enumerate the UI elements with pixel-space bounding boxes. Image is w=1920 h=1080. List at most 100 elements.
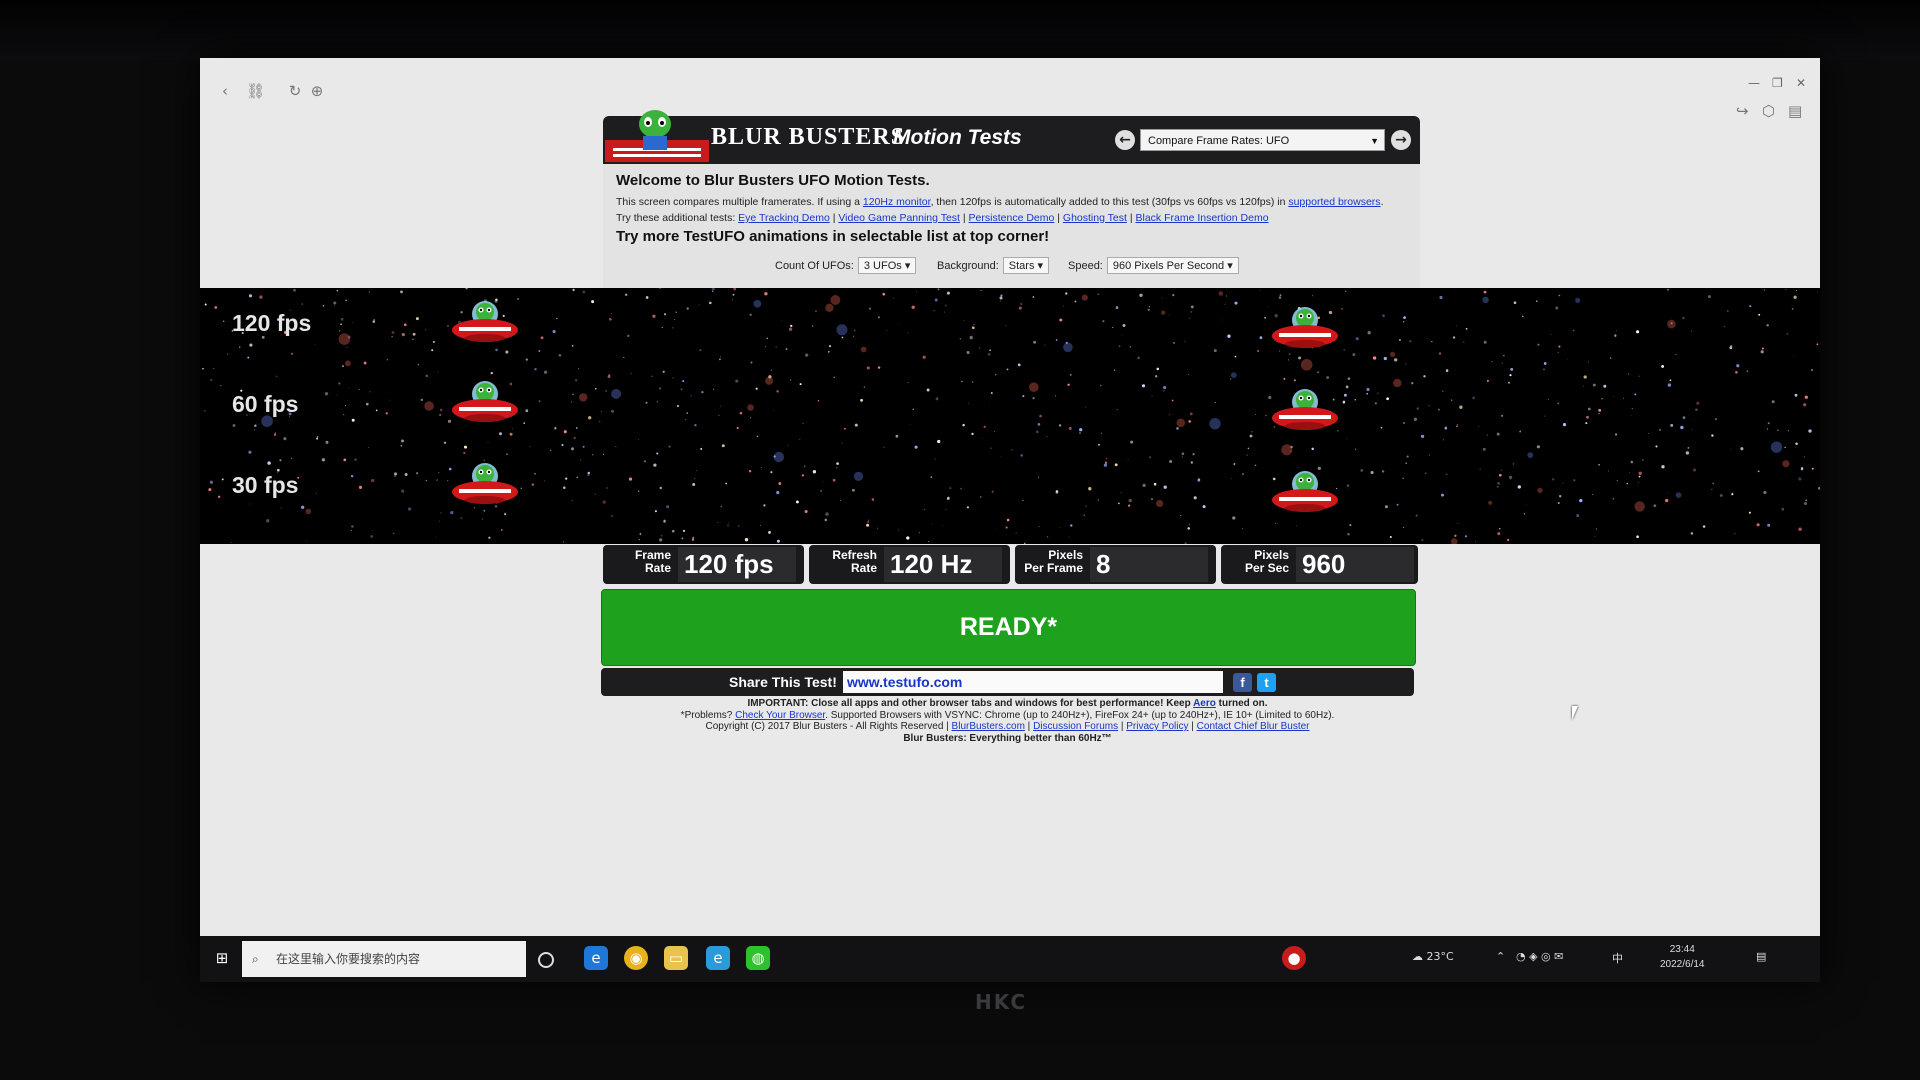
ready-status-button[interactable]: READY* <box>601 589 1416 666</box>
title-bar: BLUR BUSTERS Motion Tests ← Compare Fram… <box>603 110 1420 164</box>
stat-label-line1: Pixels <box>1048 548 1083 562</box>
background-value: Stars <box>1008 260 1035 272</box>
pixels-per-sec-stat: Pixels Per Sec 960 <box>1221 545 1418 584</box>
ufo-count-select[interactable]: 3 UFOs ▾ <box>857 257 917 274</box>
stat-label: Pixels Per Sec <box>1221 549 1289 575</box>
intro-text: This screen compares multiple framerates… <box>616 196 1383 208</box>
eye-tracking-link[interactable]: Eye Tracking Demo <box>738 212 830 224</box>
additional-prefix: Try these additional tests: <box>616 212 739 224</box>
forums-link[interactable]: Discussion Forums <box>1033 721 1118 732</box>
check-browser-link[interactable]: Check Your Browser <box>735 710 825 721</box>
globe-icon[interactable]: ⊕ <box>308 82 326 100</box>
footer-text: Copyright (C) 2017 Blur Busters - All Ri… <box>705 721 952 732</box>
chrome-browser-icon[interactable]: ◉ <box>624 946 648 970</box>
share-label: Share This Test! <box>729 674 837 690</box>
blurbusters-link[interactable]: BlurBusters.com <box>952 721 1025 732</box>
app-tray-icon[interactable]: ● <box>1282 946 1306 970</box>
close-icon[interactable]: ✕ <box>1796 76 1806 90</box>
file-explorer-icon[interactable]: ▭ <box>664 946 688 970</box>
previous-test-button[interactable]: ← <box>1115 130 1135 150</box>
120hz-monitor-link[interactable]: 120Hz monitor <box>863 196 931 208</box>
stat-label-line1: Pixels <box>1254 548 1289 562</box>
header-panel: BLUR BUSTERS Motion Tests ← Compare Fram… <box>603 110 1420 317</box>
stat-label-line2: Per Frame <box>1024 561 1083 575</box>
stat-value: 120 fps <box>678 547 796 582</box>
ufo-icon <box>1272 389 1338 430</box>
ufo-count-label: Count Of UFOs: <box>775 260 854 272</box>
clock-time: 23:44 <box>1669 944 1695 955</box>
footer-tagline: Blur Busters: Everything better than 60H… <box>903 732 1112 744</box>
black-frame-link[interactable]: Black Frame Insertion Demo <box>1135 212 1268 224</box>
supported-browsers-link[interactable]: supported browsers <box>1288 196 1380 208</box>
persistence-demo-link[interactable]: Persistence Demo <box>969 212 1055 224</box>
background-select[interactable]: Stars ▾ <box>1002 257 1050 274</box>
chevron-down-icon: ▼ <box>1370 136 1379 146</box>
footer-line-3: Copyright (C) 2017 Blur Busters - All Ri… <box>705 721 1310 732</box>
background-setting: Background: Stars ▾ <box>937 257 1050 274</box>
privacy-link[interactable]: Privacy Policy <box>1126 721 1188 732</box>
fps-row-label: 30 fps <box>232 472 299 498</box>
minimize-icon[interactable]: — <box>1748 76 1760 90</box>
ufo-count-value: 3 UFOs <box>863 260 902 272</box>
extension-icon[interactable]: ⬡ <box>1762 102 1775 120</box>
ufo-count-setting: Count Of UFOs: 3 UFOs ▾ <box>775 257 917 274</box>
notification-icon[interactable]: ▤ <box>1756 950 1766 963</box>
collections-icon[interactable]: ▤ <box>1788 102 1802 120</box>
task-view-icon[interactable] <box>538 952 554 968</box>
footer-line-2: *Problems? Check Your Browser. Supported… <box>601 710 1414 722</box>
ufo-icon <box>452 381 518 422</box>
speed-setting: Speed: 960 Pixels Per Second ▾ <box>1068 257 1239 274</box>
wechat-icon[interactable]: ◍ <box>746 946 770 970</box>
speed-select[interactable]: 960 Pixels Per Second ▾ <box>1106 257 1239 274</box>
ufo-icon <box>452 463 518 504</box>
test-select-dropdown[interactable]: Compare Frame Rates: UFO ▼ <box>1140 129 1385 151</box>
reload-icon[interactable]: ↻ <box>286 82 304 100</box>
footer-text: . Supported Browsers with VSYNC: Chrome … <box>825 709 1335 721</box>
panning-test-link[interactable]: Video Game Panning Test <box>838 212 960 224</box>
weather-widget[interactable]: ☁ 23°C <box>1412 950 1454 963</box>
search-placeholder: 在这里输入你要搜索的内容 <box>276 952 421 966</box>
welcome-heading: Welcome to Blur Busters UFO Motion Tests… <box>616 172 930 189</box>
background-label: Background: <box>937 260 999 272</box>
share-icon[interactable]: ↪ <box>1736 102 1749 120</box>
twitter-icon[interactable]: t <box>1257 673 1276 692</box>
stat-value: 960 <box>1296 547 1414 582</box>
stat-label-line1: Refresh <box>832 548 877 562</box>
fps-row-label: 60 fps <box>232 391 299 417</box>
stat-label-line2: Per Sec <box>1244 561 1289 575</box>
windows-start-icon[interactable]: ⊞ <box>210 946 234 970</box>
stat-label-line1: Frame <box>634 548 671 562</box>
intro-text-a: This screen compares multiple framerates… <box>616 196 863 208</box>
clock-date: 2022/6/14 <box>1660 959 1705 970</box>
alien-logo-icon <box>605 110 709 162</box>
tray-icons: ◔ ◈ ◎ ✉ <box>1516 950 1564 963</box>
contact-link[interactable]: Contact Chief Blur Buster <box>1197 721 1310 732</box>
next-test-button[interactable]: → <box>1391 130 1411 150</box>
edge-browser-icon[interactable]: e <box>584 946 608 970</box>
restore-icon[interactable]: ❐ <box>1772 76 1783 90</box>
brand-title: BLUR BUSTERS <box>711 124 906 150</box>
stat-label: Refresh Rate <box>809 549 877 575</box>
additional-tests: Try these additional tests: Eye Tracking… <box>616 212 1269 224</box>
ghosting-test-link[interactable]: Ghosting Test <box>1063 212 1127 224</box>
try-more-text: Try more TestUFO animations in selectabl… <box>616 228 1050 245</box>
taskbar: ⊞ ⌕ 在这里输入你要搜索的内容 e ◉ ▭ e ◍ ● ☁ 23°C ⌃ ◔ … <box>200 936 1820 982</box>
monitor-screen: ‹ ⛓ ↻ ⊕ — ❐ ✕ ↪ ⬡ ▤ BLUR BUSTERS Motion … <box>200 58 1820 982</box>
ufo-icon <box>452 301 518 342</box>
facebook-icon[interactable]: f <box>1233 673 1252 692</box>
aero-link[interactable]: Aero <box>1193 698 1216 709</box>
back-icon[interactable]: ‹ <box>216 82 234 100</box>
speed-value: 960 Pixels Per Second <box>1112 260 1225 272</box>
ufo-icon <box>1272 307 1338 348</box>
share-url-field[interactable]: www.testufo.com <box>843 671 1223 693</box>
tray-chevron-icon[interactable]: ⌃ <box>1496 950 1505 963</box>
ie-browser-icon[interactable]: e <box>706 946 730 970</box>
ime-indicator[interactable]: 中 <box>1612 950 1623 966</box>
pixels-per-frame-stat: Pixels Per Frame 8 <box>1015 545 1216 584</box>
test-select-value: Compare Frame Rates: UFO <box>1148 135 1290 147</box>
taskbar-clock[interactable]: 23:44 2022/6/14 <box>1660 942 1705 972</box>
link-icon[interactable]: ⛓ <box>246 82 265 100</box>
ufo-animation-area: 120 fps 60 fps 30 fps <box>200 288 1820 544</box>
starfield-background <box>202 288 1820 544</box>
taskbar-search-input[interactable]: ⌕ 在这里输入你要搜索的内容 <box>242 941 526 977</box>
